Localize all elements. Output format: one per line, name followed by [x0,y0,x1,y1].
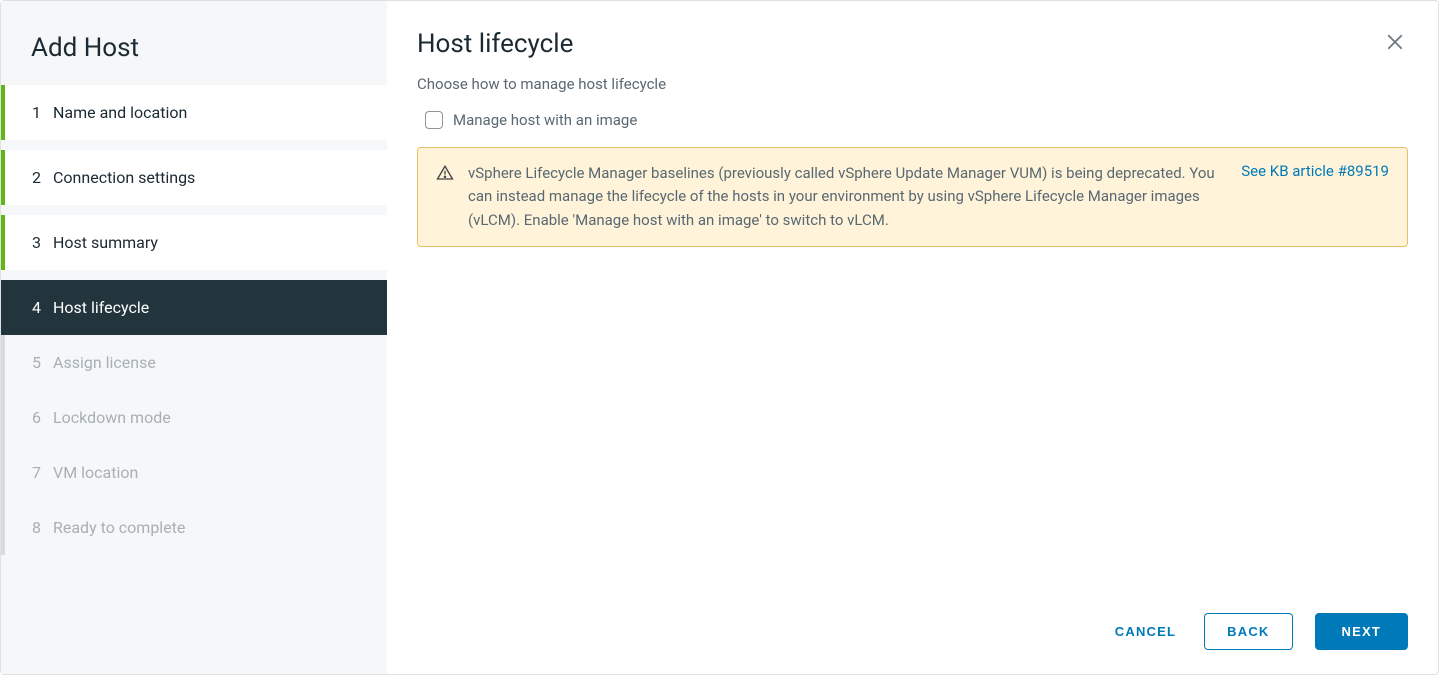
step-ready-to-complete: 8 Ready to complete [1,500,387,555]
step-label: Name and location [53,103,187,122]
step-number: 7 [27,463,41,482]
step-number: 8 [27,518,41,537]
step-label: Assign license [53,353,156,372]
back-button[interactable]: BACK [1204,613,1292,650]
warning-icon [436,164,454,182]
wizard-main-panel: Host lifecycle Choose how to manage host… [387,1,1438,674]
step-connection-settings[interactable]: 2 Connection settings [1,150,387,205]
cancel-button[interactable]: CANCEL [1109,614,1182,649]
wizard-steps: 1 Name and location 2 Connection setting… [1,85,387,555]
step-host-summary[interactable]: 3 Host summary [1,215,387,270]
next-button[interactable]: NEXT [1315,613,1408,650]
step-label: VM location [53,463,138,482]
step-number: 5 [27,353,41,372]
step-label: Host lifecycle [53,298,149,317]
step-number: 2 [27,168,41,187]
manage-with-image-checkbox[interactable] [425,111,443,129]
step-lockdown-mode: 6 Lockdown mode [1,390,387,445]
step-number: 1 [27,103,41,122]
close-icon [1386,33,1404,51]
deprecation-alert: vSphere Lifecycle Manager baselines (pre… [417,147,1408,247]
kb-article-link[interactable]: See KB article #89519 [1241,162,1389,180]
step-vm-location: 7 VM location [1,445,387,500]
page-title: Host lifecycle [417,29,573,59]
step-label: Ready to complete [53,518,185,537]
wizard-sidebar: Add Host 1 Name and location 2 Connectio… [1,1,387,674]
step-number: 3 [27,233,41,252]
main-header: Host lifecycle [417,29,1408,75]
manage-with-image-label[interactable]: Manage host with an image [453,111,637,129]
alert-body: vSphere Lifecycle Manager baselines (pre… [468,162,1389,232]
alert-text: vSphere Lifecycle Manager baselines (pre… [468,162,1223,232]
step-name-and-location[interactable]: 1 Name and location [1,85,387,140]
step-label: Connection settings [53,168,195,187]
step-assign-license: 5 Assign license [1,335,387,390]
add-host-dialog: Add Host 1 Name and location 2 Connectio… [0,0,1439,675]
step-label: Lockdown mode [53,408,171,427]
step-label: Host summary [53,233,158,252]
step-number: 6 [27,408,41,427]
close-button[interactable] [1382,29,1408,59]
step-host-lifecycle[interactable]: 4 Host lifecycle [1,280,387,335]
manage-with-image-row: Manage host with an image [425,111,1408,129]
wizard-footer: CANCEL BACK NEXT [417,593,1408,650]
wizard-title: Add Host [1,33,387,85]
step-number: 4 [27,298,41,317]
page-subtitle: Choose how to manage host lifecycle [417,75,1408,93]
